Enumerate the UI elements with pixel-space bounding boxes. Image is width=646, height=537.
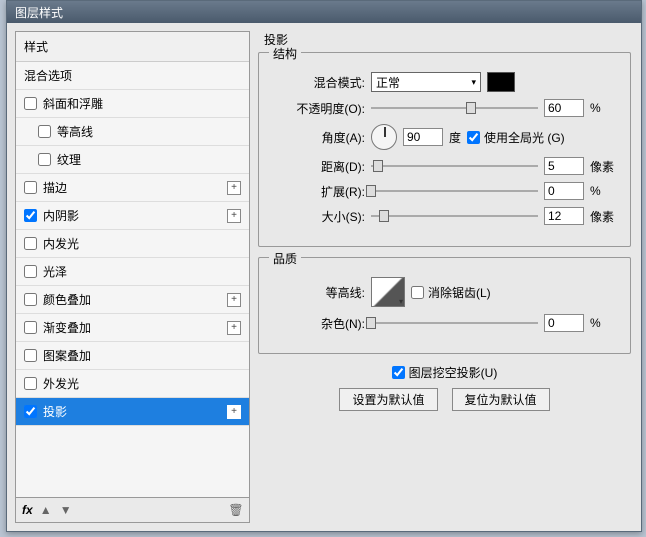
settings-panel: 投影 结构 混合模式: 正常▾ 不透明度(O): % 角度 (254, 23, 641, 531)
contour-label: 等高线: (269, 284, 365, 301)
set-default-button[interactable]: 设置为默认值 (339, 388, 437, 411)
styles-header[interactable]: 样式 (16, 32, 249, 62)
blend-mode-label: 混合模式: (269, 74, 365, 91)
distance-label: 距离(D): (269, 158, 365, 175)
structure-label: 结构 (269, 45, 301, 62)
noise-slider[interactable] (371, 316, 538, 330)
style-checkbox[interactable] (38, 153, 51, 166)
angle-dial[interactable] (371, 124, 397, 150)
knockout-checkbox[interactable]: 图层挖空投影(U) (392, 364, 498, 381)
style-checkbox[interactable] (24, 97, 37, 110)
global-light-checkbox[interactable]: 使用全局光 (G) (467, 129, 565, 146)
angle-input[interactable] (403, 128, 443, 146)
distance-input[interactable] (544, 157, 584, 175)
structure-group: 结构 混合模式: 正常▾ 不透明度(O): % 角度(A): (258, 52, 631, 247)
style-checkbox[interactable] (24, 293, 37, 306)
style-checkbox[interactable] (24, 349, 37, 362)
quality-group: 品质 等高线: ▾ 消除锯齿(L) 杂色(N): % (258, 257, 631, 354)
add-icon[interactable]: + (227, 181, 241, 195)
add-icon[interactable]: + (227, 209, 241, 223)
arrow-down-icon[interactable]: ▼ (59, 503, 73, 517)
add-icon[interactable]: + (227, 293, 241, 307)
window-title: 图层样式 (15, 6, 63, 20)
style-checkbox[interactable] (38, 125, 51, 138)
opacity-input[interactable] (544, 99, 584, 117)
titlebar[interactable]: 图层样式 (7, 1, 641, 23)
blend-mode-select[interactable]: 正常▾ (371, 72, 481, 92)
style-checkbox[interactable] (24, 377, 37, 390)
style-row-1[interactable]: 等高线 (16, 118, 249, 146)
opacity-slider[interactable] (371, 101, 538, 115)
fx-icon[interactable]: fx (22, 503, 33, 517)
style-checkbox[interactable] (24, 181, 37, 194)
arrow-up-icon[interactable]: ▲ (39, 503, 53, 517)
style-checkbox[interactable] (24, 209, 37, 222)
style-row-7[interactable]: 颜色叠加+ (16, 286, 249, 314)
chevron-down-icon: ▾ (399, 297, 403, 306)
add-icon[interactable]: + (227, 405, 241, 419)
style-checkbox[interactable] (24, 321, 37, 334)
blending-options-row[interactable]: 混合选项 (16, 62, 249, 90)
chevron-down-icon: ▾ (471, 77, 476, 88)
style-checkbox[interactable] (24, 237, 37, 250)
reset-default-button[interactable]: 复位为默认值 (452, 388, 550, 411)
style-row-2[interactable]: 纹理 (16, 146, 249, 174)
layer-style-dialog: 图层样式 样式 混合选项 斜面和浮雕等高线纹理描边+内阴影+内发光光泽颜色叠加+… (6, 0, 642, 532)
trash-icon[interactable]: 🗑 (229, 503, 243, 517)
style-checkbox[interactable] (24, 405, 37, 418)
panel-title: 投影 (264, 31, 631, 48)
quality-label: 品质 (269, 250, 301, 267)
style-row-11[interactable]: 投影+ (16, 398, 249, 426)
style-row-10[interactable]: 外发光 (16, 370, 249, 398)
add-icon[interactable]: + (227, 321, 241, 335)
angle-label: 角度(A): (269, 129, 365, 146)
size-label: 大小(S): (269, 208, 365, 225)
style-row-8[interactable]: 渐变叠加+ (16, 314, 249, 342)
spread-input[interactable] (544, 182, 584, 200)
size-slider[interactable] (371, 209, 538, 223)
style-row-3[interactable]: 描边+ (16, 174, 249, 202)
style-checkbox[interactable] (24, 265, 37, 278)
styles-footer: fx ▲ ▼ 🗑 (16, 498, 249, 522)
spread-slider[interactable] (371, 184, 538, 198)
noise-label: 杂色(N): (269, 315, 365, 332)
opacity-label: 不透明度(O): (269, 100, 365, 117)
distance-slider[interactable] (371, 159, 538, 173)
color-swatch[interactable] (487, 72, 515, 92)
size-input[interactable] (544, 207, 584, 225)
styles-panel: 样式 混合选项 斜面和浮雕等高线纹理描边+内阴影+内发光光泽颜色叠加+渐变叠加+… (15, 31, 250, 523)
spread-label: 扩展(R): (269, 183, 365, 200)
style-row-4[interactable]: 内阴影+ (16, 202, 249, 230)
style-row-0[interactable]: 斜面和浮雕 (16, 90, 249, 118)
contour-picker[interactable]: ▾ (371, 277, 405, 307)
antialias-checkbox[interactable]: 消除锯齿(L) (411, 284, 491, 301)
style-row-6[interactable]: 光泽 (16, 258, 249, 286)
style-row-5[interactable]: 内发光 (16, 230, 249, 258)
style-row-9[interactable]: 图案叠加 (16, 342, 249, 370)
noise-input[interactable] (544, 314, 584, 332)
